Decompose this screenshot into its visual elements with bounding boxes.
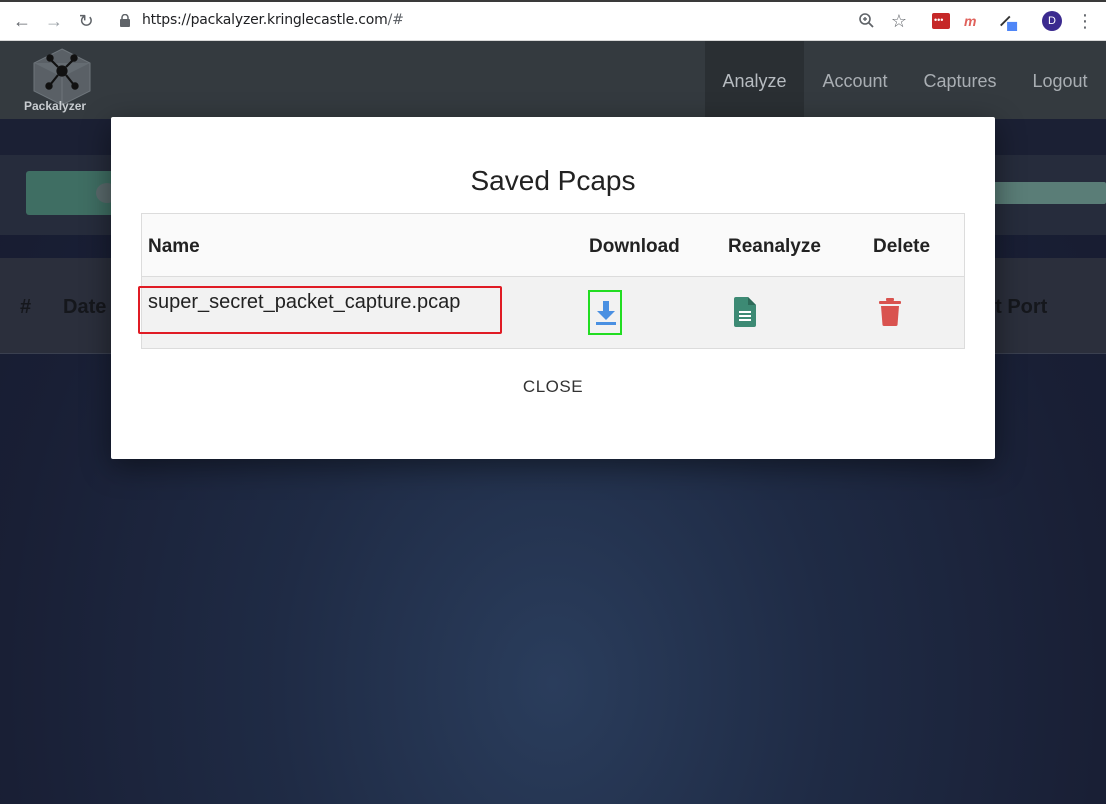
lock-icon [120,14,130,27]
bookmark-star-icon[interactable]: ☆ [889,11,909,31]
column-reanalyze: Reanalyze [728,236,821,257]
download-button[interactable] [588,290,622,335]
saved-pcaps-modal: Saved Pcaps Name Download Reanalyze Dele… [111,117,995,459]
nav-analyze[interactable]: Analyze [705,41,804,119]
address-bar[interactable]: https://packalyzer.kringlecastle.com/# [142,12,404,28]
nav-account[interactable]: Account [812,41,898,119]
close-button[interactable]: CLOSE [503,377,603,403]
modal-title: Saved Pcaps [470,165,636,196]
column-download: Download [589,236,680,257]
reanalyze-icon[interactable] [733,297,757,327]
menu-dots-icon[interactable]: ⋮ [1074,10,1096,32]
nav-logout[interactable]: Logout [1024,41,1096,119]
back-icon[interactable]: ← [11,10,33,32]
forward-icon[interactable]: → [43,10,65,32]
upload-progress-bar [980,182,1106,204]
browser-toolbar: ← → ↻ https://packalyzer.kringlecastle.c… [0,0,1106,41]
url-host: https://packalyzer.kringlecastle.com [142,12,388,28]
zoom-icon[interactable] [857,11,877,31]
url-path: /# [387,12,404,28]
extension-m-icon[interactable]: m [964,11,984,31]
column-number: # [20,296,32,318]
profile-avatar[interactable]: D [1042,11,1062,31]
extension-eyedropper-icon[interactable] [998,11,1018,31]
logo-text: Packalyzer [24,99,87,113]
download-icon [596,301,616,325]
column-delete: Delete [873,236,931,257]
window-frame-edge [0,0,1106,2]
table-row: super_secret_packet_capture.pcap [138,277,964,348]
pcap-filename: super_secret_packet_capture.pcap [148,291,461,313]
saved-pcaps-table: Name Download Reanalyze Delete super_sec… [138,213,965,349]
table-header: Name Download Reanalyze Delete [142,214,964,277]
delete-trash-icon[interactable] [879,298,901,326]
column-date: Date [63,296,107,318]
nav-captures[interactable]: Captures [916,41,1004,119]
app-navbar: Packalyzer Analyze Account Captures Logo… [0,41,1106,119]
column-name: Name [148,236,200,257]
reload-icon[interactable]: ↻ [75,10,97,32]
extension-password-icon[interactable] [932,13,950,29]
